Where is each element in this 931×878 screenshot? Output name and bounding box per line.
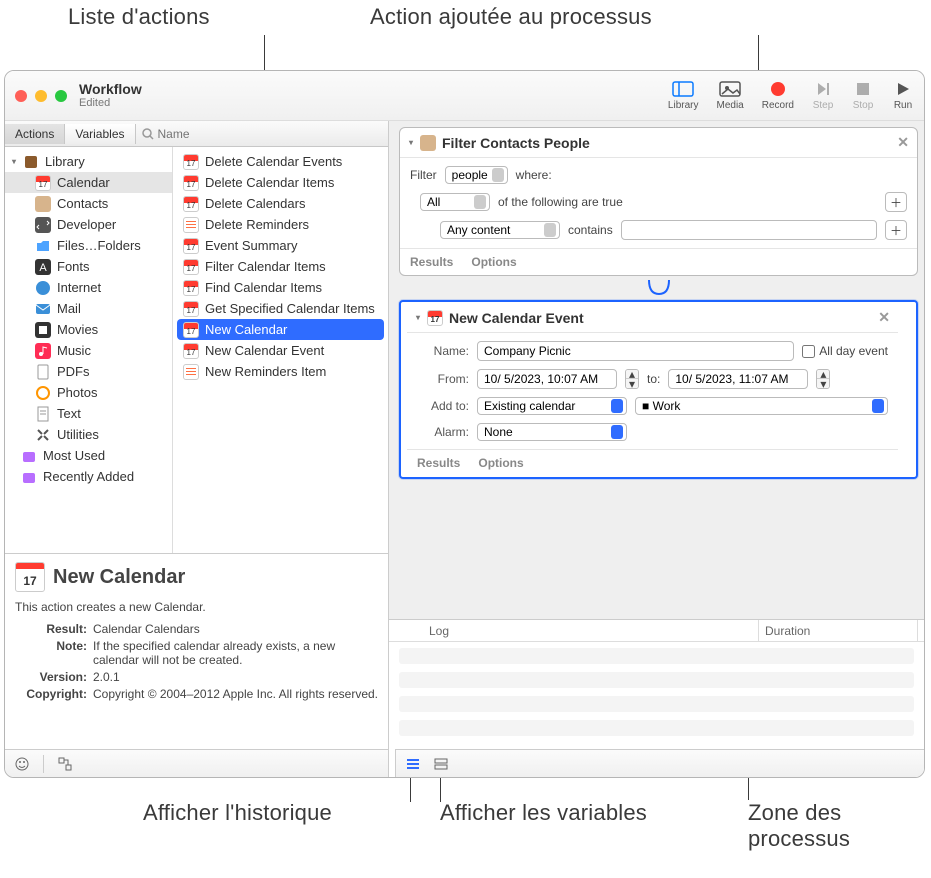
to-stepper[interactable]: ▴▾ — [816, 369, 830, 389]
action-list-item[interactable]: 17Find Calendar Items — [173, 277, 388, 298]
sidebar-tabs: Actions Variables — [5, 121, 388, 147]
tab-actions[interactable]: Actions — [5, 124, 65, 144]
action-list-item[interactable]: 17Filter Calendar Items — [173, 256, 388, 277]
annotation-action-added: Action ajoutée au processus — [370, 4, 652, 30]
action-new-calendar-event[interactable]: 17 New Calendar Event ✕ Name: All day ev… — [399, 300, 918, 479]
log-header-log[interactable]: Log — [389, 620, 759, 641]
library-item-pdfs[interactable]: PDFs — [5, 361, 172, 382]
annotation-show-history: Afficher l'historique — [143, 800, 332, 826]
log-header-duration[interactable]: Duration — [759, 620, 918, 641]
action-list-item[interactable]: Delete Reminders — [173, 214, 388, 235]
log-row — [399, 672, 914, 688]
library-item-utilities[interactable]: Utilities — [5, 424, 172, 445]
results-tab[interactable]: Results — [417, 456, 460, 470]
log-row — [399, 648, 914, 664]
action-list[interactable]: 17Delete Calendar Events17Delete Calenda… — [173, 147, 388, 553]
close-icon[interactable]: ✕ — [897, 134, 909, 151]
stop-button[interactable]: Stop — [852, 80, 874, 111]
library-tree[interactable]: Library 17Calendar Contacts Developer Fi… — [5, 147, 173, 553]
variables-icon[interactable] — [432, 755, 450, 773]
log-row — [399, 720, 914, 736]
library-item-developer[interactable]: Developer — [5, 214, 172, 235]
addto-select[interactable]: Existing calendar — [477, 397, 627, 415]
record-button[interactable]: Record — [762, 80, 794, 111]
library-item-movies[interactable]: Movies — [5, 319, 172, 340]
library-item-photos[interactable]: Photos — [5, 382, 172, 403]
anycontent-select[interactable]: Any content — [440, 221, 560, 239]
action-list-item[interactable]: 17New Calendar — [177, 319, 384, 340]
library-item-internet[interactable]: Internet — [5, 277, 172, 298]
library-root[interactable]: Library — [5, 151, 172, 172]
history-icon[interactable] — [404, 755, 422, 773]
window-subtitle: Edited — [79, 97, 142, 110]
calendar-icon: 17 — [15, 562, 45, 592]
library-most-used[interactable]: Most Used — [5, 445, 172, 466]
library-item-fonts[interactable]: AFonts — [5, 256, 172, 277]
to-input[interactable] — [668, 369, 808, 389]
contacts-icon — [420, 135, 436, 151]
event-name-input[interactable] — [477, 341, 794, 361]
smiley-icon[interactable] — [13, 755, 31, 773]
titlebar: Workflow Edited Library Media Record Ste… — [5, 71, 924, 121]
library-item-music[interactable]: Music — [5, 340, 172, 361]
action-list-item[interactable]: 17Delete Calendar Events — [173, 151, 388, 172]
connector — [639, 280, 679, 296]
search-field[interactable] — [136, 127, 389, 141]
from-input[interactable] — [477, 369, 617, 389]
all-select[interactable]: All — [420, 193, 490, 211]
run-button[interactable]: Run — [892, 80, 914, 111]
close-button[interactable] — [15, 90, 27, 102]
media-button[interactable]: Media — [717, 80, 744, 111]
action-filter-contacts[interactable]: Filter Contacts People ✕ Filter people w… — [399, 127, 918, 276]
add-condition-button[interactable]: ＋ — [885, 220, 907, 240]
log-row — [399, 696, 914, 712]
library-recently-added[interactable]: Recently Added — [5, 466, 172, 487]
search-input[interactable] — [158, 127, 383, 141]
action-list-item[interactable]: New Reminders Item — [173, 361, 388, 382]
allday-checkbox[interactable] — [802, 345, 815, 358]
annotation-workflow-zone: Zone desprocessus — [748, 800, 850, 852]
annotation-action-list: Liste d'actions — [68, 4, 210, 30]
tab-variables[interactable]: Variables — [65, 124, 135, 144]
library-item-files[interactable]: Files…Folders — [5, 235, 172, 256]
window-title: Workflow — [79, 81, 142, 98]
library-button[interactable]: Library — [668, 80, 699, 111]
workflow-area[interactable]: Filter Contacts People ✕ Filter people w… — [389, 121, 924, 619]
action-list-item[interactable]: 17Get Specified Calendar Items — [173, 298, 388, 319]
action-list-item[interactable]: 17Event Summary — [173, 235, 388, 256]
action-list-item[interactable]: 17Delete Calendars — [173, 193, 388, 214]
step-button[interactable]: Step — [812, 80, 834, 111]
annotation-show-variables: Afficher les variables — [440, 800, 647, 826]
fullscreen-button[interactable] — [55, 90, 67, 102]
library-item-mail[interactable]: Mail — [5, 298, 172, 319]
info-panel: 17New Calendar This action creates a new… — [5, 554, 388, 749]
calendar-icon: 17 — [427, 310, 443, 326]
from-stepper[interactable]: ▴▾ — [625, 369, 639, 389]
library-item-contacts[interactable]: Contacts — [5, 193, 172, 214]
filter-people-select[interactable]: people — [445, 166, 508, 184]
action-list-item[interactable]: 17New Calendar Event — [173, 340, 388, 361]
action-list-item[interactable]: 17Delete Calendar Items — [173, 172, 388, 193]
close-icon[interactable]: ✕ — [878, 309, 890, 326]
workflow-icon[interactable] — [56, 755, 74, 773]
svg-text:A: A — [39, 262, 47, 274]
options-tab[interactable]: Options — [471, 255, 516, 269]
contains-input[interactable] — [621, 220, 877, 240]
results-tab[interactable]: Results — [410, 255, 453, 269]
library-item-text[interactable]: Text — [5, 403, 172, 424]
add-rule-button[interactable]: ＋ — [885, 192, 907, 212]
library-item-calendar[interactable]: 17Calendar — [5, 172, 172, 193]
minimize-button[interactable] — [35, 90, 47, 102]
work-calendar-select[interactable]: ■ Work — [635, 397, 888, 415]
right-footer — [395, 749, 925, 777]
alarm-select[interactable]: None — [477, 423, 627, 441]
left-footer — [5, 749, 388, 777]
options-tab[interactable]: Options — [478, 456, 523, 470]
automator-window: Workflow Edited Library Media Record Ste… — [4, 70, 925, 778]
